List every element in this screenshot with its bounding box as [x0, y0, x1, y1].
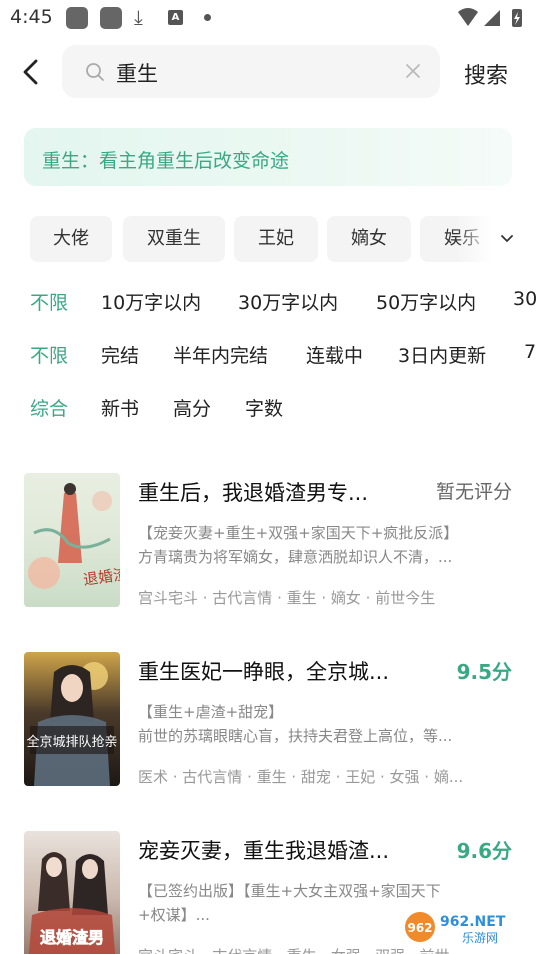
book-description-line: 前世的苏璃眼瞎心盲，扶持夫君登上高位，等...: [138, 727, 453, 745]
book-title: 重生后，我退婚渣男专...: [138, 481, 369, 505]
book-score: 暂无评分: [435, 481, 512, 503]
book-cover: 退婚渣男: [24, 473, 120, 607]
filter-word-count-option[interactable]: 30: [513, 288, 536, 310]
tag-chip[interactable]: 双重生: [123, 216, 225, 262]
filter-word-count-option[interactable]: 50万字以内: [376, 288, 476, 315]
tag-chip[interactable]: 大佬: [30, 216, 112, 262]
more-notifications-dot-icon: [204, 14, 211, 21]
sort-new-books[interactable]: 新书: [101, 394, 139, 421]
status-time: 4:45: [10, 6, 53, 28]
cover-title-text: 退婚渣男: [40, 928, 104, 947]
chevron-down-icon[interactable]: [500, 232, 514, 246]
notification-app-icon: [100, 7, 122, 29]
wifi-icon: [458, 8, 478, 26]
clear-icon[interactable]: [404, 62, 422, 80]
site-watermark-logo: 962 962.NET 乐游网: [400, 908, 530, 946]
filter-status-option[interactable]: 半年内完结: [173, 341, 268, 368]
book-list-item[interactable]: 退婚渣男 重生后，我退婚渣男专... 暂无评分 【宠妾灭妻+重生+双强+家国天下…: [0, 473, 536, 613]
book-description-line: 【已签约出版】【重生+大女主双强+家国天下: [138, 882, 441, 900]
hint-text: 重生：看主角重生后改变命途: [42, 150, 290, 172]
system-status-icons: [458, 8, 522, 27]
sort-comprehensive[interactable]: 综合: [30, 394, 68, 421]
tag-chip[interactable]: 王妃: [234, 216, 318, 262]
book-description: 【重生+虐渣+甜宠】 前世的苏璃眼瞎心盲，扶持夫君登上高位，等...: [138, 700, 512, 748]
filter-word-count-option[interactable]: 10万字以内: [101, 288, 201, 315]
notification-a-icon: A: [168, 10, 183, 25]
book-score: 9.5分: [456, 660, 512, 684]
book-tags: 医术 · 古代言情 · 重生 · 甜宠 · 王妃 · 女强 · 嫡...: [138, 768, 464, 786]
book-score: 9.6分: [456, 839, 512, 863]
sort-high-score[interactable]: 高分: [173, 394, 211, 421]
book-description-line: 方青璃贵为将军嫡女，肆意洒脱却识人不清，...: [138, 548, 453, 566]
svg-text:962: 962: [407, 921, 432, 935]
notification-app-icon: [66, 7, 88, 29]
search-input[interactable]: 重生: [62, 45, 440, 98]
sort-filter-row: 综合 新书 高分 字数: [0, 394, 536, 428]
book-title: 宠妾灭妻，重生我退婚渣...: [138, 839, 390, 863]
book-description-line: 【重生+虐渣+甜宠】: [138, 703, 284, 721]
book-description-line: 【宠妾灭妻+重生+双强+家国天下+疯批反派】: [138, 524, 459, 542]
cover-title-text: 全京城排队抢亲: [26, 734, 117, 750]
book-tags: 宫斗宅斗 · 古代言情 · 重生 · 嫡女 · 前世今生: [138, 589, 436, 607]
watermark-sub-text: 乐游网: [462, 931, 498, 945]
status-bar: 4:45 ⤓ A: [0, 0, 536, 36]
status-filter-row: 不限 完结 半年内完结 连载中 3日内更新 7: [0, 341, 536, 375]
filter-status-option[interactable]: 7: [524, 341, 536, 363]
filter-status-option[interactable]: 3日内更新: [398, 341, 486, 368]
sort-word-count[interactable]: 字数: [245, 394, 283, 421]
search-button[interactable]: 搜索: [464, 58, 508, 90]
filter-word-count-unlimited[interactable]: 不限: [30, 288, 68, 315]
tag-chip[interactable]: 嫡女: [327, 216, 411, 262]
search-query-text: 重生: [116, 62, 158, 86]
search-icon: [86, 63, 104, 81]
book-title: 重生医妃一睁眼，全京城...: [138, 660, 390, 684]
related-tags-row: 大佬 双重生 王妃 嫡女 娱乐: [0, 216, 536, 264]
watermark-brand-text: 962.NET: [440, 914, 506, 930]
word-count-filter-row: 不限 10万字以内 30万字以内 50万字以内 30: [0, 288, 536, 322]
filter-status-option[interactable]: 完结: [101, 341, 139, 368]
book-cover: 全京城排队抢亲: [24, 652, 120, 786]
book-cover: 退婚渣男: [24, 831, 120, 954]
back-arrow-icon[interactable]: [16, 56, 48, 88]
filter-word-count-option[interactable]: 30万字以内: [238, 288, 338, 315]
book-list-item[interactable]: 全京城排队抢亲 重生医妃一睁眼，全京城... 9.5分 【重生+虐渣+甜宠】 前…: [0, 652, 536, 792]
signal-icon: [484, 10, 500, 26]
download-icon: ⤓: [134, 5, 143, 29]
filter-status-option[interactable]: 连载中: [306, 341, 363, 368]
keyword-hint-banner: 重生：看主角重生后改变命途: [24, 128, 512, 186]
book-description: 【宠妾灭妻+重生+双强+家国天下+疯批反派】 方青璃贵为将军嫡女，肆意洒脱却识人…: [138, 521, 512, 569]
filter-status-unlimited[interactable]: 不限: [30, 341, 68, 368]
